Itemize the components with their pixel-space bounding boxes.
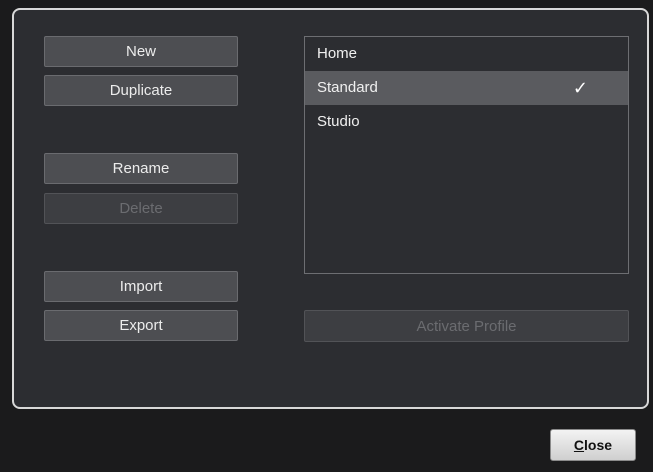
profile-list[interactable]: Home Standard ✓ Studio: [304, 36, 629, 274]
profile-label: Studio: [317, 113, 360, 130]
close-mnemonic: C: [573, 437, 585, 453]
list-item-standard[interactable]: Standard ✓: [305, 71, 628, 105]
export-button[interactable]: Export: [44, 310, 238, 341]
profile-label: Standard: [317, 79, 378, 96]
delete-button[interactable]: Delete: [44, 193, 238, 224]
close-label-rest: lose: [584, 437, 613, 453]
new-button[interactable]: New: [44, 36, 238, 67]
checkmark-icon: ✓: [572, 78, 588, 98]
close-button[interactable]: Close: [550, 429, 636, 461]
profile-label: Home: [317, 45, 358, 62]
import-button[interactable]: Import: [44, 271, 238, 302]
rename-button[interactable]: Rename: [44, 153, 238, 184]
list-item-studio[interactable]: Studio: [305, 105, 628, 139]
list-item-home[interactable]: Home: [305, 37, 628, 71]
duplicate-button[interactable]: Duplicate: [44, 75, 238, 106]
profile-manager-panel: New Duplicate Rename Delete Import Expor…: [12, 8, 649, 409]
activate-profile-button[interactable]: Activate Profile: [304, 310, 629, 342]
